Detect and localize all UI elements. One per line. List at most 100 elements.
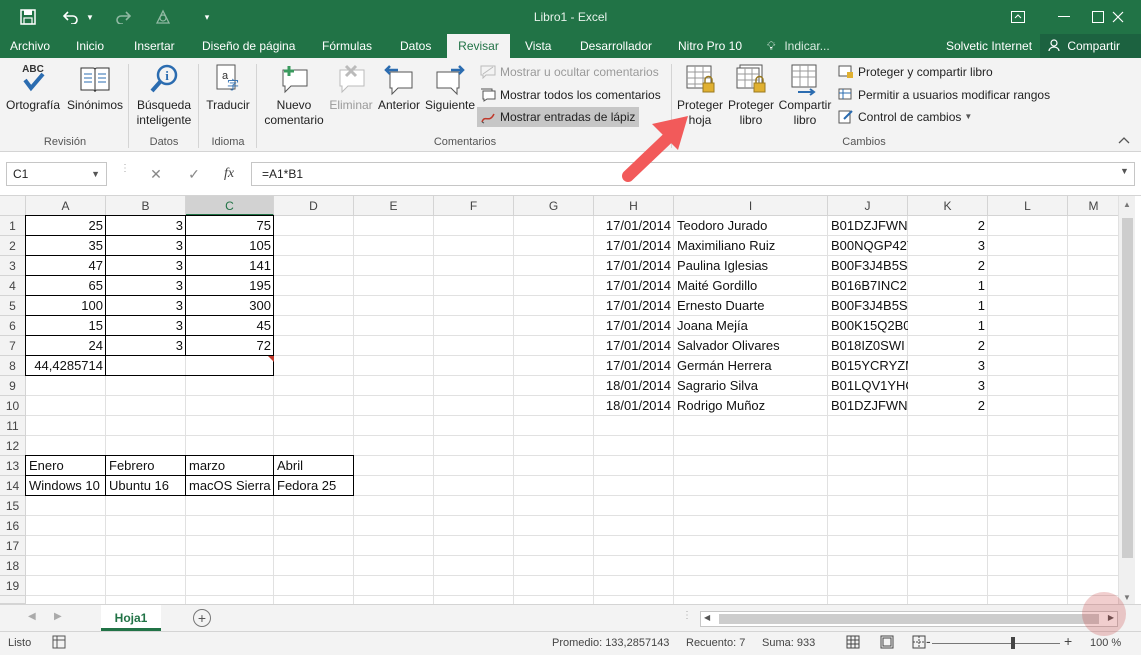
cell-os-4[interactable]: Fedora 25 — [274, 476, 354, 496]
cell-c7[interactable]: 72 — [186, 336, 274, 356]
cell-qty[interactable]: 3 — [908, 236, 988, 256]
row-header-2[interactable]: 2 — [0, 236, 26, 256]
row-header-8[interactable]: 8 — [0, 356, 26, 376]
row-header-3[interactable]: 3 — [0, 256, 26, 276]
row-header-5[interactable]: 5 — [0, 296, 26, 316]
cell-date[interactable]: 18/01/2014 — [594, 396, 674, 416]
row-header-4[interactable]: 4 — [0, 276, 26, 296]
cell-b5[interactable]: 3 — [106, 296, 186, 316]
cell-c6[interactable]: 45 — [186, 316, 274, 336]
cell-name[interactable]: Salvador Olivares — [674, 336, 828, 356]
tab-split-handle-icon[interactable]: ⋮ — [682, 610, 692, 621]
cell-month-4[interactable]: Abril — [274, 456, 354, 476]
customize-quick-access-icon[interactable]: ▾ — [200, 6, 214, 28]
cell-name[interactable]: Teodoro Jurado — [674, 216, 828, 236]
cell-qty[interactable]: 2 — [908, 216, 988, 236]
share-book-button[interactable]: Compartir libro — [776, 62, 834, 128]
redo-icon[interactable] — [112, 6, 134, 28]
tab-nitro-pro[interactable]: Nitro Pro 10 — [670, 34, 750, 58]
column-header-m[interactable]: M — [1068, 196, 1120, 216]
status-count[interactable]: Recuento: 7 — [686, 637, 745, 649]
undo-dropdown-icon[interactable]: ▼ — [84, 6, 96, 28]
column-header-i[interactable]: I — [674, 196, 828, 216]
row-header-9[interactable]: 9 — [0, 376, 26, 396]
tab-formulas[interactable]: Fórmulas — [314, 34, 380, 58]
scroll-left-icon[interactable]: ◀ — [704, 613, 710, 622]
macro-record-icon[interactable] — [52, 635, 66, 652]
cell-code[interactable]: B00F3J4B5S — [828, 256, 908, 276]
cell-date[interactable]: 17/01/2014 — [594, 356, 674, 376]
cell-c4[interactable]: 195 — [186, 276, 274, 296]
cell-code[interactable]: B00K15Q2B0 — [828, 316, 908, 336]
row-header-19[interactable]: 19 — [0, 576, 26, 596]
protect-share-button[interactable]: Proteger y compartir libro — [838, 62, 993, 82]
cell-code[interactable]: B01DZJFWNC — [828, 216, 908, 236]
cell-qty[interactable]: 1 — [908, 316, 988, 336]
cell-name[interactable]: Rodrigo Muñoz — [674, 396, 828, 416]
tell-me-box[interactable]: 💡︎ Indicar... — [767, 34, 830, 58]
row-header-7[interactable]: 7 — [0, 336, 26, 356]
cell-month-2[interactable]: Febrero — [106, 456, 186, 476]
cell-name[interactable]: Joana Mejía — [674, 316, 828, 336]
cell-date[interactable]: 17/01/2014 — [594, 256, 674, 276]
chevron-down-icon[interactable]: ▼ — [91, 163, 100, 185]
column-header-c[interactable]: C — [186, 196, 274, 216]
spelling-button[interactable]: ABC Ortografía — [4, 62, 62, 113]
page-layout-view-icon[interactable] — [880, 635, 894, 652]
prev-sheet-icon[interactable]: ◀ — [28, 611, 36, 622]
column-header-k[interactable]: K — [908, 196, 988, 216]
cancel-entry-icon[interactable]: ✕ — [143, 162, 169, 186]
cell-date[interactable]: 17/01/2014 — [594, 296, 674, 316]
user-name[interactable]: Solvetic Internet — [946, 34, 1032, 58]
column-header-a[interactable]: A — [26, 196, 106, 216]
row-header-6[interactable]: 6 — [0, 316, 26, 336]
row-header-10[interactable]: 10 — [0, 396, 26, 416]
cell-b1[interactable]: 3 — [106, 216, 186, 236]
column-header-h[interactable]: H — [594, 196, 674, 216]
cell-a8[interactable]: 44,4285714 — [26, 356, 106, 376]
cell-os-1[interactable]: Windows 10 — [26, 476, 106, 496]
row-header-15[interactable]: 15 — [0, 496, 26, 516]
cell-code[interactable]: B016B7INC2 — [828, 276, 908, 296]
zoom-in-button[interactable]: + — [1064, 633, 1072, 649]
cell-date[interactable]: 17/01/2014 — [594, 236, 674, 256]
cell-a1[interactable]: 25 — [26, 216, 106, 236]
zoom-level[interactable]: 100 % — [1090, 637, 1121, 649]
ribbon-options-icon[interactable] — [995, 0, 1041, 34]
normal-view-icon[interactable] — [846, 635, 860, 652]
undo-icon[interactable] — [60, 6, 82, 28]
show-hide-comment-button[interactable]: Mostrar u ocultar comentarios — [480, 62, 659, 82]
synonyms-button[interactable]: Sinónimos — [64, 62, 126, 113]
row-header-12[interactable]: 12 — [0, 436, 26, 456]
allow-users-edit-ranges-button[interactable]: Permitir a usuarios modificar rangos — [838, 85, 1050, 105]
zoom-out-button[interactable]: - — [926, 633, 931, 649]
status-sum[interactable]: Suma: 933 — [762, 637, 815, 649]
column-header-e[interactable]: E — [354, 196, 434, 216]
cell-date[interactable]: 17/01/2014 — [594, 216, 674, 236]
cell-b7[interactable]: 3 — [106, 336, 186, 356]
formula-bar-grip-icon[interactable]: ⋮ — [120, 164, 130, 182]
cell-b6[interactable]: 3 — [106, 316, 186, 336]
cell-b2[interactable]: 3 — [106, 236, 186, 256]
cell-name[interactable]: Germán Herrera — [674, 356, 828, 376]
smart-lookup-button[interactable]: i Búsqueda inteligente — [132, 62, 196, 128]
cell-qty[interactable]: 2 — [908, 396, 988, 416]
cell-a5[interactable]: 100 — [26, 296, 106, 316]
scroll-down-icon[interactable]: ▼ — [1123, 593, 1131, 602]
cell-a7[interactable]: 24 — [26, 336, 106, 356]
shapes-icon[interactable] — [150, 6, 176, 28]
vertical-scroll-thumb[interactable] — [1122, 218, 1133, 558]
tab-diseno-pagina[interactable]: Diseño de página — [194, 34, 303, 58]
cell-name[interactable]: Sagrario Silva — [674, 376, 828, 396]
cell-b3[interactable]: 3 — [106, 256, 186, 276]
show-all-comments-button[interactable]: Mostrar todos los comentarios — [480, 85, 661, 105]
status-average[interactable]: Promedio: 133,2857143 — [552, 637, 669, 649]
cell-os-2[interactable]: Ubuntu 16 — [106, 476, 186, 496]
cell-code[interactable]: B01LQV1YHC — [828, 376, 908, 396]
cell-a6[interactable]: 15 — [26, 316, 106, 336]
cell-c2[interactable]: 105 — [186, 236, 274, 256]
row-header-1[interactable]: 1 — [0, 216, 26, 236]
zoom-slider-knob[interactable] — [1011, 637, 1015, 649]
add-sheet-icon[interactable]: + — [193, 609, 211, 627]
sheet-tab-hoja1[interactable]: Hoja1 — [101, 605, 161, 631]
